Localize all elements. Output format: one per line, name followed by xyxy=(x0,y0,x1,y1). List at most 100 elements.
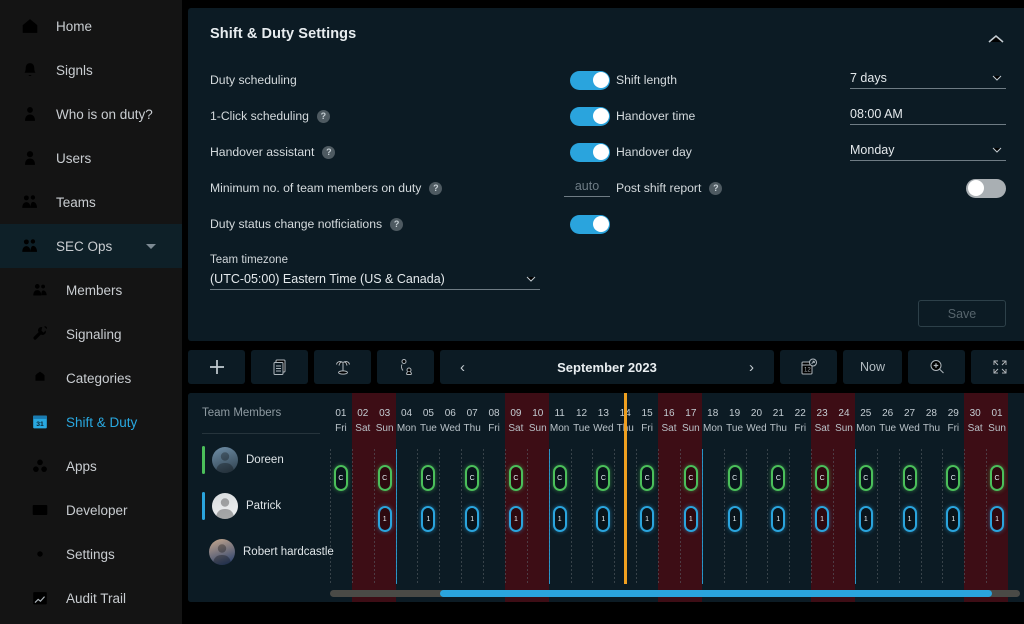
day-column[interactable] xyxy=(921,449,943,602)
shift-badge[interactable]: 1 xyxy=(377,506,392,532)
day-header-cell[interactable]: 26 Tue xyxy=(877,393,899,449)
day-column[interactable] xyxy=(658,449,680,602)
day-column[interactable] xyxy=(746,449,768,602)
day-header-cell[interactable]: 07 Thu xyxy=(461,393,483,449)
shift-badge[interactable]: C xyxy=(946,465,961,491)
sidebar-item-audit-trail[interactable]: Audit Trail xyxy=(0,576,182,620)
shift-badge[interactable]: C xyxy=(858,465,873,491)
day-header-cell[interactable]: 13 Wed xyxy=(592,393,614,449)
shift-badge[interactable]: 1 xyxy=(683,506,698,532)
day-column[interactable] xyxy=(571,449,593,602)
shift-badge[interactable]: 1 xyxy=(946,506,961,532)
sidebar-item-categories[interactable]: Categories xyxy=(0,356,182,400)
toggle-switch[interactable] xyxy=(570,106,610,126)
day-column[interactable] xyxy=(439,449,461,602)
sidebar-item-sec-ops[interactable]: SEC Ops xyxy=(0,224,182,268)
shift-badge[interactable]: 1 xyxy=(465,506,480,532)
sidebar-item-developer[interactable]: Developer xyxy=(0,488,182,532)
shift-badge[interactable]: C xyxy=(990,465,1005,491)
toggle-switch[interactable] xyxy=(570,142,610,162)
sidebar-item-settings[interactable]: Settings xyxy=(0,532,182,576)
shift-badge[interactable]: C xyxy=(508,465,523,491)
member-row[interactable]: Robert hardcastle xyxy=(202,532,334,572)
shift-badge[interactable]: 1 xyxy=(771,506,786,532)
day-header-cell[interactable]: 27 Wed xyxy=(899,393,921,449)
save-button[interactable]: Save xyxy=(918,300,1006,327)
sidebar-item-signls[interactable]: Signls xyxy=(0,48,182,92)
day-header-cell[interactable]: 03 Sun xyxy=(373,393,396,449)
publish-calendar-button[interactable]: 12 xyxy=(780,350,837,384)
day-header-cell[interactable]: 25 Mon xyxy=(855,393,877,449)
scrollbar-thumb[interactable] xyxy=(440,590,993,597)
shift-badge[interactable]: C xyxy=(771,465,786,491)
shift-badge[interactable]: C xyxy=(727,465,742,491)
sidebar-item-home[interactable]: Home xyxy=(0,4,182,48)
prev-period-button[interactable]: ‹ xyxy=(454,359,471,376)
day-column[interactable] xyxy=(396,449,418,602)
day-header-cell[interactable]: 18 Mon xyxy=(702,393,724,449)
fullscreen-button[interactable] xyxy=(971,350,1024,384)
day-header-cell[interactable]: 21 Thu xyxy=(767,393,789,449)
day-header-cell[interactable]: 24 Sun xyxy=(833,393,855,449)
day-header-cell[interactable]: 06 Wed xyxy=(439,393,461,449)
duplicate-button[interactable] xyxy=(251,350,308,384)
sidebar-item-members[interactable]: Members xyxy=(0,268,182,312)
shift-badge[interactable]: C xyxy=(683,465,698,491)
help-icon[interactable]: ? xyxy=(709,181,723,195)
day-column[interactable] xyxy=(789,449,811,602)
shift-badge[interactable]: C xyxy=(596,465,611,491)
toggle-switch[interactable] xyxy=(966,178,1006,198)
team-timezone-select[interactable]: (UTC-05:00) Eastern Time (US & Canada) xyxy=(210,272,540,290)
on-call-button[interactable] xyxy=(377,350,434,384)
chevron-down-icon[interactable] xyxy=(146,244,156,249)
now-button[interactable]: Now xyxy=(843,350,902,384)
help-icon[interactable]: ? xyxy=(429,181,443,195)
sidebar-item-signaling[interactable]: Signaling xyxy=(0,312,182,356)
member-row[interactable]: Doreen xyxy=(202,440,330,480)
day-header-cell[interactable]: 05 Tue xyxy=(417,393,439,449)
select-field[interactable]: 7 days xyxy=(850,71,1006,89)
day-column[interactable] xyxy=(526,449,549,602)
shift-badge[interactable]: C xyxy=(815,465,830,491)
day-header-cell[interactable]: 11 Mon xyxy=(549,393,571,449)
day-column[interactable] xyxy=(833,449,855,602)
help-icon[interactable]: ? xyxy=(316,109,330,123)
day-header-cell[interactable]: 02 Sat xyxy=(351,393,374,449)
day-column[interactable] xyxy=(964,449,987,602)
chevron-up-icon[interactable] xyxy=(986,32,1006,46)
day-header-cell[interactable]: 01 Sun xyxy=(986,393,1008,449)
day-header-cell[interactable]: 15 Fri xyxy=(636,393,658,449)
day-header-cell[interactable]: 28 Thu xyxy=(921,393,943,449)
shift-badge[interactable]: 1 xyxy=(508,506,523,532)
sidebar-item-teams[interactable]: Teams xyxy=(0,180,182,224)
shift-badge[interactable]: 1 xyxy=(902,506,917,532)
day-header-cell[interactable]: 10 Sun xyxy=(526,393,549,449)
day-header-cell[interactable]: 20 Wed xyxy=(746,393,768,449)
shift-badge[interactable]: C xyxy=(902,465,917,491)
day-header-cell[interactable]: 29 Fri xyxy=(942,393,964,449)
day-column[interactable] xyxy=(702,449,724,602)
day-header-cell[interactable]: 16 Sat xyxy=(658,393,680,449)
vacation-button[interactable] xyxy=(314,350,371,384)
shift-badge[interactable]: 1 xyxy=(990,506,1005,532)
day-header-cell[interactable]: 08 Fri xyxy=(483,393,505,449)
zoom-in-button[interactable] xyxy=(908,350,965,384)
text-input[interactable]: 08:00 AM xyxy=(850,107,1006,125)
day-header-cell[interactable]: 01 Fri xyxy=(330,393,352,449)
day-header-cell[interactable]: 23 Sat xyxy=(811,393,834,449)
add-shift-button[interactable] xyxy=(188,350,245,384)
select-field[interactable]: Monday xyxy=(850,143,1006,161)
shift-badge[interactable]: 1 xyxy=(858,506,873,532)
day-column[interactable] xyxy=(351,449,374,602)
help-icon[interactable]: ? xyxy=(390,217,404,231)
shift-badge[interactable]: 1 xyxy=(596,506,611,532)
shift-badge[interactable]: 1 xyxy=(815,506,830,532)
day-header-cell[interactable]: 30 Sat xyxy=(964,393,987,449)
day-header-cell[interactable]: 22 Fri xyxy=(789,393,811,449)
next-period-button[interactable]: › xyxy=(743,359,760,376)
shift-badge[interactable]: 1 xyxy=(421,506,436,532)
shift-badge[interactable]: 1 xyxy=(640,506,655,532)
day-header-cell[interactable]: 09 Sat xyxy=(504,393,527,449)
toggle-switch[interactable] xyxy=(570,214,610,234)
shift-badge[interactable]: 1 xyxy=(727,506,742,532)
